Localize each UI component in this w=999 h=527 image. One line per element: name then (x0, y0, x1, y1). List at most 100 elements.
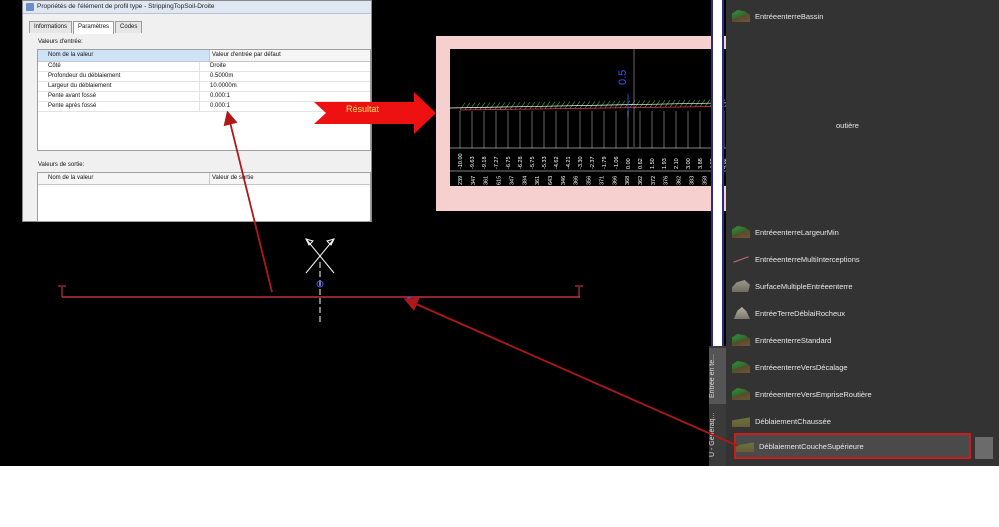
topsoil-hatch (609, 100, 616, 109)
result-label: Résultat (346, 104, 380, 114)
tab-entree-en-terre[interactable]: Entrée en te... (709, 348, 726, 404)
elevation-label: 361 (535, 176, 541, 185)
topsoil-hatch (614, 100, 621, 108)
elevation-label: 371 (599, 176, 605, 185)
palette-item-label: EntréeenterreVersEmpriseRoutière (755, 389, 872, 399)
elevation-label: 643 (548, 176, 554, 185)
elevation-label: 346 (561, 176, 567, 185)
topsoil-hatch (494, 102, 501, 110)
offset-label: 0.00 (626, 158, 632, 169)
palette-item-label: EntréeenterreBassin (755, 11, 824, 21)
brown-terrain-icon (736, 442, 754, 452)
col-header-default[interactable]: Valeur d'entrée par défaut (210, 50, 370, 61)
palette-item-label: EntréeTerreDéblaiRocheux (755, 308, 846, 318)
topsoil-hatch (499, 102, 506, 110)
offset-label: -6.28 (518, 156, 524, 169)
palette-scroll-grip[interactable] (975, 437, 993, 459)
palette-item[interactable]: EntréeenterreStandard (732, 330, 972, 350)
dialog-tabs: Informations Paramètres Codes (29, 21, 143, 34)
offset-label: -7.27 (494, 156, 500, 169)
topsoil-hatch (524, 101, 531, 110)
topsoil-hatch (539, 101, 546, 109)
palette-item[interactable]: outière (836, 115, 999, 135)
palette-item[interactable]: EntréeenterreBassin (732, 6, 972, 26)
offset-label: -1.79 (602, 156, 608, 169)
topsoil-hatch (599, 100, 606, 109)
offset-label: -4.21 (566, 156, 572, 169)
elevation-label: 384 (522, 176, 528, 185)
col-header-name[interactable]: Nom de la valeur (38, 173, 210, 184)
topsoil-hatch (644, 100, 651, 108)
elevation-label: 366 (574, 176, 580, 185)
palette-item-label: EntréeenterreMultiInterceptions (755, 254, 860, 264)
topsoil-hatch (634, 100, 641, 108)
topsoil-hatch (624, 100, 631, 108)
input-grid-header: Nom de la valeur Valeur d'entrée par déf… (38, 50, 370, 62)
palette-item-label: DéblaiementChaussée (755, 416, 831, 426)
elevation-label: 358 (702, 176, 708, 185)
input-row[interactable]: Profondeur du déblaiement 0.5000m (38, 72, 370, 82)
topsoil-hatch (559, 101, 566, 109)
elevation-label: 356 (587, 176, 593, 185)
palette-item[interactable]: EntréeenterreMultiInterceptions (732, 249, 972, 269)
offset-label: 1.50 (650, 158, 656, 169)
input-row[interactable]: Côté Droite (38, 62, 370, 72)
col-header-output[interactable]: Valeur de sortie (210, 173, 370, 184)
tab-informations[interactable]: Informations (29, 21, 73, 33)
dialog-titlebar: Propriétés de l'élément de profil type -… (23, 1, 371, 14)
offset-label: -5.33 (542, 156, 548, 169)
tab-parametres[interactable]: Paramètres (73, 21, 115, 34)
topsoil-hatch (544, 101, 551, 109)
input-row-value[interactable]: Droite (200, 62, 370, 71)
topsoil-hatch (554, 101, 561, 109)
palette-item-label: EntréeenterreLargeurMin (755, 227, 839, 237)
topsoil-hatch (529, 101, 536, 110)
palette-item[interactable]: EntréeenterreLargeurMin (732, 222, 972, 242)
offset-label: -2.37 (590, 156, 596, 169)
input-row[interactable]: Largeur du déblaiement 10.0000m (38, 82, 370, 92)
offset-label: -9.63 (470, 156, 476, 169)
input-row-name: Côté (38, 62, 200, 71)
input-row-value[interactable]: 10.0000m (200, 82, 370, 91)
topsoil-hatch (579, 101, 586, 109)
elevation-label: 347 (471, 176, 477, 185)
palette-item-label: DéblaiementCoucheSupérieure (759, 441, 864, 451)
palette-item[interactable]: DéblaiementChaussée (732, 411, 972, 431)
topsoil-hatch (619, 100, 626, 108)
elevation-label: 383 (689, 176, 695, 185)
offset-label: -10.00 (458, 153, 464, 169)
input-values-label: Valeurs d'entrée: (38, 39, 83, 45)
palette-item[interactable]: EntréeTerreDéblaiRocheux (732, 303, 972, 323)
offset-label: 3.00 (686, 158, 692, 169)
line-icon (732, 253, 750, 265)
topsoil-hatch (569, 101, 576, 109)
palette-vertical-tabs: Entrée en te... U - Généraq... (709, 346, 726, 466)
topsoil-hatch (464, 102, 471, 110)
elevation-label: 615 (497, 176, 503, 185)
green-terrain-icon (732, 226, 750, 238)
elevation-label: 376 (664, 176, 670, 185)
tab-codes[interactable]: Codes (115, 21, 143, 33)
green-terrain-icon (732, 10, 750, 22)
topsoil-hatch (509, 102, 516, 110)
output-values-grid: Nom de la valeur Valeur de sortie (37, 172, 371, 222)
elevation-label: 361 (484, 176, 490, 185)
topsoil-hatch (534, 101, 541, 110)
output-values-label: Valeurs de sortie: (38, 162, 85, 168)
green-terrain-icon (732, 361, 750, 373)
offset-label: 3.88 (698, 158, 704, 169)
elevation-label: 239 (458, 176, 464, 185)
palette-item-label: EntréeenterreVersDécalage (755, 362, 848, 372)
palette-item[interactable]: EntréeenterreVersEmpriseRoutière (732, 384, 972, 404)
topsoil-hatch (484, 102, 491, 110)
palette-item[interactable]: EntréeenterreVersDécalage (732, 357, 972, 377)
green-terrain-icon (732, 388, 750, 400)
tab-generique[interactable]: U - Généraq... (709, 406, 726, 464)
elevation-label: 362 (638, 176, 644, 185)
palette-item-selected[interactable]: DéblaiementCoucheSupérieure (734, 433, 971, 459)
palette-item-label: outière (836, 120, 859, 130)
elevation-label: 368 (625, 176, 631, 185)
palette-item[interactable]: SurfaceMultipleEntréeenterre (732, 276, 972, 296)
col-header-name[interactable]: Nom de la valeur (38, 50, 210, 61)
input-row-value[interactable]: 0.5000m (200, 72, 370, 81)
